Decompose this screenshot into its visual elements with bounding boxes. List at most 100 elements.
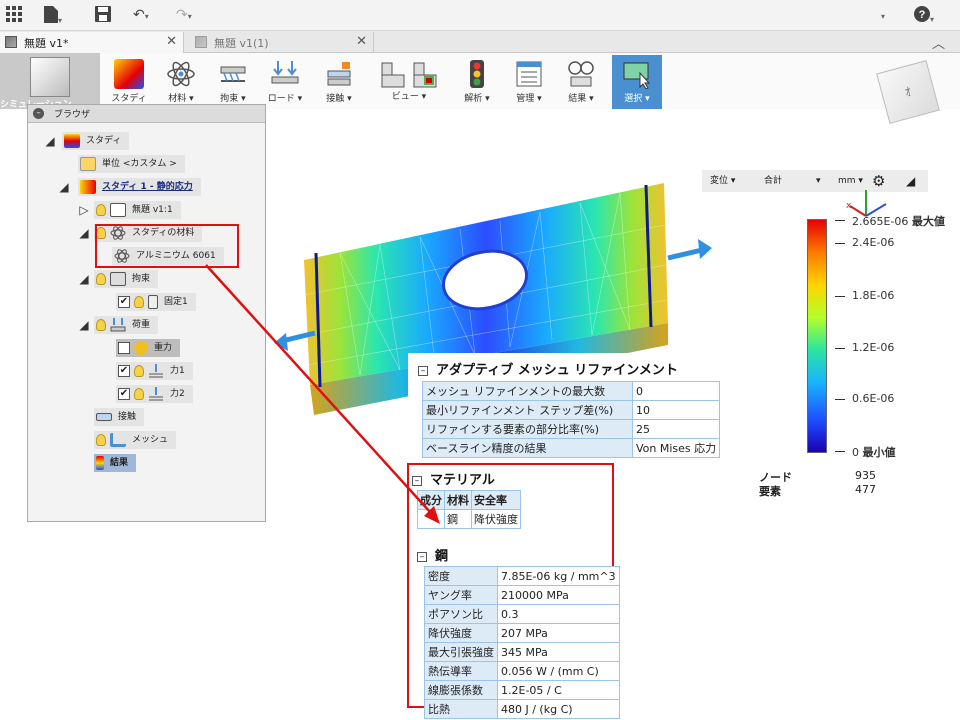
button-label: ビュー ▾	[391, 92, 427, 102]
table-cell: 降伏強度	[424, 623, 498, 643]
component-select[interactable]: 合計 ▾	[764, 170, 821, 192]
workspace-switcher[interactable]: シミュレーション	[0, 53, 100, 110]
tree-node-results[interactable]: 結果	[94, 453, 137, 473]
load-button[interactable]: ロード ▾	[260, 55, 310, 109]
help-icon[interactable]: ? ▾	[914, 6, 934, 24]
collapse-toggle-icon[interactable]: –	[417, 551, 427, 562]
browser-title: ブラウザ	[54, 110, 91, 120]
table-cell: 7.85E-06 kg / mm^3	[497, 566, 620, 586]
tree-node-contacts[interactable]: 接触	[94, 407, 145, 427]
expand-icon[interactable]: ◢	[78, 315, 90, 335]
node-label: 力1	[170, 366, 185, 376]
lock-view-icon	[413, 62, 437, 88]
app-bar: ▾ ↶▾ ↷▾ ▾ ? ▾	[0, 0, 960, 31]
visibility-checkbox[interactable]	[118, 341, 130, 354]
tree-node-force2[interactable]: ✔ 力2	[116, 384, 193, 404]
close-tab-icon[interactable]: ✕	[356, 34, 367, 49]
button-label: 材料 ▾	[168, 94, 194, 104]
tree-node-constraints[interactable]: ◢ 拘束	[78, 269, 159, 289]
force-icon	[148, 386, 164, 401]
file-menu-icon[interactable]: ▾	[44, 6, 62, 25]
elements-label: 要素	[759, 485, 781, 498]
collapse-toggle-icon[interactable]: –	[418, 365, 428, 376]
tree-node-component[interactable]: ▷ 無題 v1:1	[78, 200, 181, 220]
result-type-select[interactable]: 変位 ▾	[710, 170, 735, 192]
table-cell: 10	[631, 400, 721, 420]
solve-button[interactable]: 解析 ▾	[452, 55, 502, 109]
visibility-bulb-icon[interactable]	[134, 295, 144, 308]
contact-button[interactable]: 接触 ▾	[314, 55, 364, 109]
dropdown-arrow-icon[interactable]: ▾	[881, 6, 885, 24]
visibility-bulb-icon[interactable]	[96, 433, 106, 446]
table-header: 安全率	[471, 490, 521, 510]
visibility-checkbox[interactable]: ✔	[118, 387, 130, 400]
tree-node-study[interactable]: ◢ スタディ	[44, 131, 130, 151]
visibility-bulb-icon[interactable]	[96, 272, 106, 285]
document-tab-active[interactable]: 無題 v1* ✕	[0, 32, 184, 53]
tree-node-loads[interactable]: ◢ 荷重	[78, 315, 159, 335]
results-button[interactable]: 結果 ▾	[556, 55, 606, 109]
tree-node-force1[interactable]: ✔ 力1	[116, 361, 193, 381]
table-cell: メッシュ リファインメントの最大数	[422, 381, 633, 401]
units-icon	[80, 156, 96, 171]
legend-min-label: 0 最小値	[852, 446, 896, 459]
collapse-chevron-icon[interactable]: ︿	[932, 33, 945, 52]
node-label: 拘束	[132, 274, 151, 284]
view-button[interactable]: ビュー ▾	[368, 55, 450, 109]
visibility-checkbox[interactable]: ✔	[118, 364, 130, 377]
node-label: 重力	[154, 343, 173, 353]
manage-button[interactable]: 管理 ▾	[504, 55, 554, 109]
button-label: 選択 ▾	[624, 94, 650, 104]
table-cell: ポアソン比	[424, 604, 498, 624]
undo-icon[interactable]: ↶▾	[133, 6, 149, 24]
expand-icon[interactable]: ◢	[58, 177, 70, 197]
node-label: 荷重	[132, 320, 151, 330]
material-title: – マテリアル	[412, 469, 495, 488]
contact-icon	[324, 59, 354, 89]
document-icon	[195, 36, 207, 48]
table-row: 最大引張強度 345 MPa	[424, 642, 620, 662]
expand-icon[interactable]: ◢	[44, 131, 56, 151]
table-row: メッシュ リファインメントの最大数 0	[422, 381, 721, 401]
expand-icon[interactable]: ▷	[78, 200, 90, 220]
table-cell: 密度	[424, 566, 498, 586]
study-button[interactable]: スタディ	[104, 55, 154, 109]
study-icon	[64, 133, 80, 148]
legend-tick-label: 1.8E-06	[852, 289, 895, 302]
visibility-bulb-icon[interactable]	[96, 318, 106, 331]
close-tab-icon[interactable]: ✕	[166, 34, 177, 49]
atom-icon	[166, 59, 196, 89]
table-header: 材料	[444, 490, 472, 510]
visibility-bulb-icon[interactable]	[134, 364, 144, 377]
results-icon	[566, 59, 596, 89]
button-label: ロード ▾	[267, 94, 303, 104]
tree-node-gravity[interactable]: 重力	[116, 338, 181, 358]
expand-icon[interactable]: ◢	[78, 223, 90, 243]
collapse-legend-icon[interactable]: ◢	[906, 170, 915, 192]
browser-header[interactable]: – ブラウザ	[28, 105, 265, 123]
tree-node-fixed1[interactable]: ✔ 固定1	[116, 292, 196, 312]
redo-icon[interactable]: ↷▾	[176, 6, 192, 24]
visibility-checkbox[interactable]: ✔	[118, 295, 130, 308]
table-row: 鋼 降伏強度	[417, 509, 521, 529]
tree-node-units[interactable]: 単位 <カスタム >	[78, 154, 185, 174]
table-row: リファインする要素の部分比率(%) 25	[422, 419, 721, 439]
collapse-toggle-icon[interactable]: –	[412, 475, 422, 486]
document-tab[interactable]: 無題 v1(1) ✕	[190, 32, 374, 53]
save-icon[interactable]	[95, 6, 111, 24]
tree-node-mesh[interactable]: メッシュ	[94, 430, 177, 450]
collapse-icon[interactable]: –	[33, 108, 44, 119]
button-label: スタディ	[111, 94, 147, 104]
results-icon	[96, 455, 104, 470]
tree-node-study1[interactable]: ◢ スタディ 1 - 静的応力	[58, 177, 201, 197]
expand-icon[interactable]: ◢	[78, 269, 90, 289]
constraint-button[interactable]: 拘束 ▾	[208, 55, 258, 109]
select-button[interactable]: 選択 ▾	[612, 55, 662, 109]
table-cell: 345 MPa	[497, 642, 620, 662]
material-button[interactable]: 材料 ▾	[156, 55, 206, 109]
visibility-bulb-icon[interactable]	[96, 203, 106, 216]
mesh-icon	[110, 432, 126, 447]
visibility-bulb-icon[interactable]	[134, 387, 144, 400]
app-grid-icon[interactable]	[6, 6, 22, 24]
table-cell: ヤング率	[424, 585, 498, 605]
